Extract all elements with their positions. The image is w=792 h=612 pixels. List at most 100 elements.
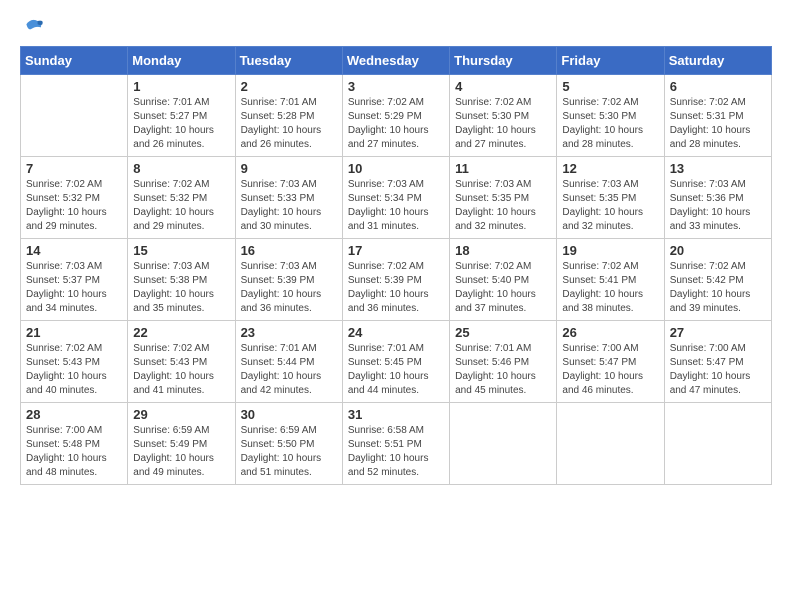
- calendar-cell: 8Sunrise: 7:02 AMSunset: 5:32 PMDaylight…: [128, 157, 235, 239]
- day-info: Sunrise: 7:01 AMSunset: 5:28 PMDaylight:…: [241, 96, 337, 152]
- col-header-tuesday: Tuesday: [235, 47, 342, 75]
- calendar-cell: 26 Sunrise: 7:00 AMSunset: 5:47 PMDayligh…: [557, 321, 664, 403]
- day-number: 15: [133, 243, 229, 258]
- calendar-cell: 4 Sunrise: 7:02 AMSunset: 5:30 PMDaylight…: [450, 75, 557, 157]
- day-info: Sunrise: 7:03 AMSunset: 5:33 PMDaylight:…: [241, 178, 337, 234]
- day-info: Sunrise: 6:59 AMSunset: 5:49 PMDaylight:…: [133, 424, 229, 480]
- calendar-cell: 15 Sunrise: 7:03 AMSunset: 5:38 PMDayligh…: [128, 239, 235, 321]
- calendar-cell: 24 Sunrise: 7:01 AMSunset: 5:45 PMDayligh…: [342, 321, 449, 403]
- col-header-sunday: Sunday: [21, 47, 128, 75]
- day-info: Sunrise: 7:02 AMSunset: 5:40 PMDaylight:…: [455, 260, 551, 316]
- day-number: 4: [455, 79, 551, 94]
- day-number: 7: [26, 161, 122, 176]
- day-info: Sunrise: 7:02 AMSunset: 5:43 PMDaylight:…: [26, 342, 122, 398]
- calendar-cell: 18 Sunrise: 7:02 AMSunset: 5:40 PMDayligh…: [450, 239, 557, 321]
- day-info: Sunrise: 7:01 AMSunset: 5:45 PMDaylight:…: [348, 342, 444, 398]
- day-info: Sunrise: 7:01 AMSunset: 5:46 PMDaylight:…: [455, 342, 551, 398]
- logo: [20, 16, 48, 34]
- calendar-cell: 14Sunrise: 7:03 AMSunset: 5:37 PMDayligh…: [21, 239, 128, 321]
- calendar-cell: 19Sunrise: 7:02 AMSunset: 5:41 PMDayligh…: [557, 239, 664, 321]
- calendar-week-row: 7 Sunrise: 7:02 AMSunset: 5:32 PMDaylight…: [21, 157, 772, 239]
- calendar-cell: [21, 75, 128, 157]
- calendar-cell: [664, 403, 771, 485]
- day-number: 2: [241, 79, 337, 94]
- day-info: Sunrise: 7:03 AMSunset: 5:35 PMDaylight:…: [562, 178, 658, 234]
- calendar-cell: 9 Sunrise: 7:03 AMSunset: 5:33 PMDaylight…: [235, 157, 342, 239]
- calendar-week-row: 14Sunrise: 7:03 AMSunset: 5:37 PMDayligh…: [21, 239, 772, 321]
- col-header-thursday: Thursday: [450, 47, 557, 75]
- day-info: Sunrise: 7:02 AMSunset: 5:32 PMDaylight:…: [26, 178, 122, 234]
- day-number: 26: [562, 325, 658, 340]
- col-header-monday: Monday: [128, 47, 235, 75]
- day-info: Sunrise: 7:02 AMSunset: 5:30 PMDaylight:…: [455, 96, 551, 152]
- logo-bird-icon: [20, 16, 44, 34]
- day-number: 1: [133, 79, 229, 94]
- calendar-cell: 1 Sunrise: 7:01 AMSunset: 5:27 PMDaylight…: [128, 75, 235, 157]
- day-number: 28: [26, 407, 122, 422]
- day-info: Sunrise: 7:02 AMSunset: 5:31 PMDaylight:…: [670, 96, 766, 152]
- day-info: Sunrise: 7:01 AMSunset: 5:44 PMDaylight:…: [241, 342, 337, 398]
- day-number: 14: [26, 243, 122, 258]
- calendar-cell: [450, 403, 557, 485]
- day-info: Sunrise: 6:58 AMSunset: 5:51 PMDaylight:…: [348, 424, 444, 480]
- calendar-cell: 28 Sunrise: 7:00 AMSunset: 5:48 PMDayligh…: [21, 403, 128, 485]
- day-number: 29: [133, 407, 229, 422]
- calendar-cell: 2 Sunrise: 7:01 AMSunset: 5:28 PMDaylight…: [235, 75, 342, 157]
- header: [20, 16, 772, 34]
- day-number: 24: [348, 325, 444, 340]
- day-info: Sunrise: 7:02 AMSunset: 5:39 PMDaylight:…: [348, 260, 444, 316]
- calendar-cell: 13Sunrise: 7:03 AMSunset: 5:36 PMDayligh…: [664, 157, 771, 239]
- col-header-saturday: Saturday: [664, 47, 771, 75]
- calendar-cell: 20Sunrise: 7:02 AMSunset: 5:42 PMDayligh…: [664, 239, 771, 321]
- day-number: 21: [26, 325, 122, 340]
- day-info: Sunrise: 7:01 AMSunset: 5:27 PMDaylight:…: [133, 96, 229, 152]
- day-number: 18: [455, 243, 551, 258]
- col-header-wednesday: Wednesday: [342, 47, 449, 75]
- day-number: 23: [241, 325, 337, 340]
- day-number: 19: [562, 243, 658, 258]
- calendar-cell: 23 Sunrise: 7:01 AMSunset: 5:44 PMDayligh…: [235, 321, 342, 403]
- day-number: 10: [348, 161, 444, 176]
- day-number: 3: [348, 79, 444, 94]
- day-number: 27: [670, 325, 766, 340]
- calendar-cell: 10Sunrise: 7:03 AMSunset: 5:34 PMDayligh…: [342, 157, 449, 239]
- calendar-cell: [557, 403, 664, 485]
- calendar-cell: 30Sunrise: 6:59 AMSunset: 5:50 PMDayligh…: [235, 403, 342, 485]
- calendar-cell: 16Sunrise: 7:03 AMSunset: 5:39 PMDayligh…: [235, 239, 342, 321]
- calendar-cell: 3 Sunrise: 7:02 AMSunset: 5:29 PMDaylight…: [342, 75, 449, 157]
- day-number: 12: [562, 161, 658, 176]
- calendar-header-row: SundayMondayTuesdayWednesdayThursdayFrid…: [21, 47, 772, 75]
- day-number: 5: [562, 79, 658, 94]
- day-number: 16: [241, 243, 337, 258]
- day-info: Sunrise: 7:00 AMSunset: 5:47 PMDaylight:…: [562, 342, 658, 398]
- calendar-cell: 27 Sunrise: 7:00 AMSunset: 5:47 PMDayligh…: [664, 321, 771, 403]
- day-info: Sunrise: 7:03 AMSunset: 5:35 PMDaylight:…: [455, 178, 551, 234]
- day-info: Sunrise: 7:00 AMSunset: 5:48 PMDaylight:…: [26, 424, 122, 480]
- day-info: Sunrise: 7:03 AMSunset: 5:36 PMDaylight:…: [670, 178, 766, 234]
- calendar-cell: 6 Sunrise: 7:02 AMSunset: 5:31 PMDaylight…: [664, 75, 771, 157]
- page: SundayMondayTuesdayWednesdayThursdayFrid…: [0, 0, 792, 501]
- day-number: 20: [670, 243, 766, 258]
- day-info: Sunrise: 7:02 AMSunset: 5:29 PMDaylight:…: [348, 96, 444, 152]
- calendar-cell: 31 Sunrise: 6:58 AMSunset: 5:51 PMDayligh…: [342, 403, 449, 485]
- day-number: 25: [455, 325, 551, 340]
- calendar-cell: 12 Sunrise: 7:03 AMSunset: 5:35 PMDayligh…: [557, 157, 664, 239]
- day-info: Sunrise: 7:00 AMSunset: 5:47 PMDaylight:…: [670, 342, 766, 398]
- calendar-cell: 25 Sunrise: 7:01 AMSunset: 5:46 PMDayligh…: [450, 321, 557, 403]
- day-number: 6: [670, 79, 766, 94]
- calendar-cell: 21 Sunrise: 7:02 AMSunset: 5:43 PMDayligh…: [21, 321, 128, 403]
- day-number: 17: [348, 243, 444, 258]
- calendar-table: SundayMondayTuesdayWednesdayThursdayFrid…: [20, 46, 772, 485]
- day-number: 9: [241, 161, 337, 176]
- day-number: 31: [348, 407, 444, 422]
- day-info: Sunrise: 7:03 AMSunset: 5:38 PMDaylight:…: [133, 260, 229, 316]
- day-number: 8: [133, 161, 229, 176]
- col-header-friday: Friday: [557, 47, 664, 75]
- day-number: 30: [241, 407, 337, 422]
- calendar-cell: 7 Sunrise: 7:02 AMSunset: 5:32 PMDaylight…: [21, 157, 128, 239]
- calendar-cell: 11 Sunrise: 7:03 AMSunset: 5:35 PMDayligh…: [450, 157, 557, 239]
- calendar-week-row: 28 Sunrise: 7:00 AMSunset: 5:48 PMDayligh…: [21, 403, 772, 485]
- day-info: Sunrise: 7:02 AMSunset: 5:30 PMDaylight:…: [562, 96, 658, 152]
- day-number: 11: [455, 161, 551, 176]
- calendar-cell: 22Sunrise: 7:02 AMSunset: 5:43 PMDayligh…: [128, 321, 235, 403]
